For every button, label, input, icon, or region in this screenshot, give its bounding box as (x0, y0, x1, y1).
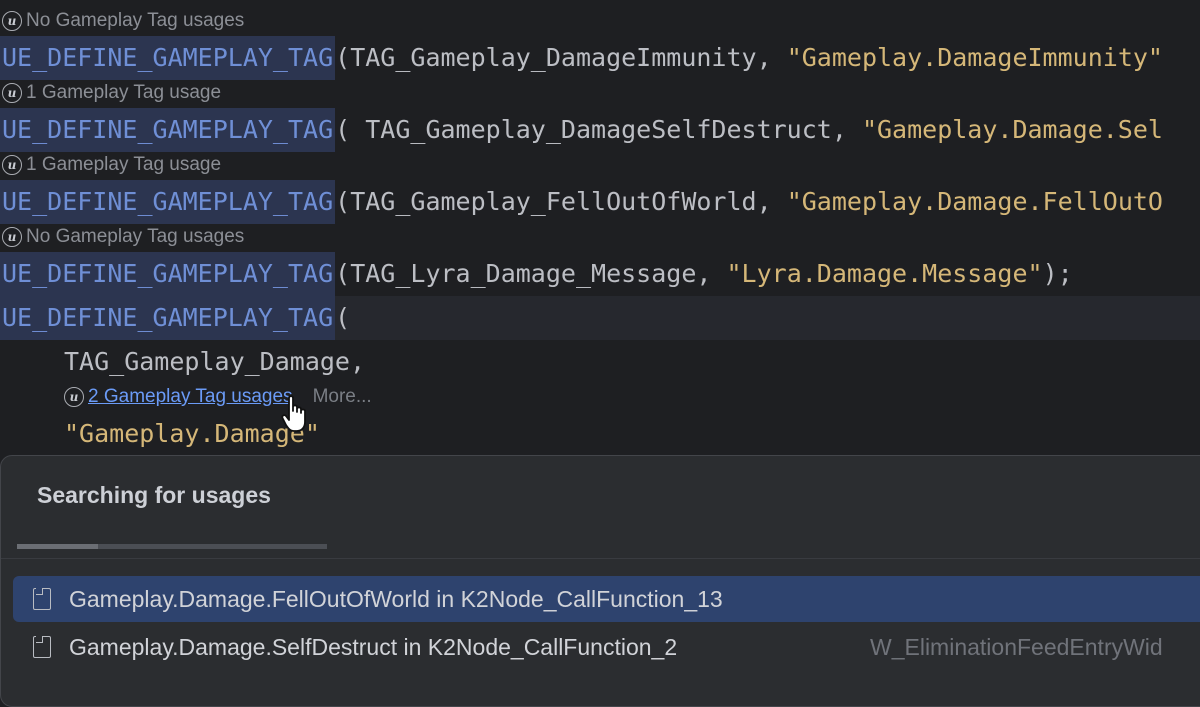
code-line[interactable]: UE_DEFINE_GAMEPLAY_TAG(TAG_Lyra_Damage_M… (0, 252, 1073, 296)
search-progress-fill (17, 544, 98, 549)
usage-result-item[interactable]: Gameplay.Damage.SelfDestruct in K2Node_C… (13, 624, 1200, 670)
code-line[interactable]: UE_DEFINE_GAMEPLAY_TAG(TAG_Gameplay_Dama… (0, 36, 1163, 80)
usage-result-text: Gameplay.Damage.FellOutOfWorld in K2Node… (69, 585, 723, 612)
code-args: ( TAG_Gameplay_DamageSelfDestruct, (335, 115, 862, 144)
code-tail: ); (1042, 259, 1073, 288)
code-line[interactable]: UE_DEFINE_GAMEPLAY_TAG(TAG_Gameplay_Fell… (0, 180, 1163, 224)
usage-hint[interactable]: u 1 Gameplay Tag usage (2, 82, 221, 104)
usage-result-location: W_EliminationFeedEntryWid (870, 633, 1163, 660)
popup-title: Searching for usages (37, 482, 271, 508)
search-progress-bar (17, 544, 327, 549)
usage-hint-text: No Gameplay Tag usages (26, 226, 245, 247)
string-literal: "Gameplay.Damage.Sel (861, 115, 1163, 144)
usage-hint[interactable]: u No Gameplay Tag usages (2, 10, 244, 32)
file-icon (33, 636, 51, 658)
file-icon (33, 588, 51, 610)
usage-hint-text: 1 Gameplay Tag usage (26, 154, 222, 175)
hand-pointer-icon (281, 395, 306, 432)
find-usages-popup[interactable]: Searching for usages Gameplay.Damage.Fel… (0, 455, 1200, 707)
string-literal: "Lyra.Damage.Message" (726, 259, 1043, 288)
string-literal: "Gameplay.DamageImmunity" (786, 43, 1163, 72)
unreal-engine-icon: u (2, 11, 22, 31)
code-line-current[interactable]: UE_DEFINE_GAMEPLAY_TAG( (0, 296, 350, 340)
code-args: (TAG_Gameplay_FellOutOfWorld, (335, 187, 787, 216)
macro-token: UE_DEFINE_GAMEPLAY_TAG (0, 296, 336, 340)
code-args: (TAG_Lyra_Damage_Message, (335, 259, 727, 288)
more-link[interactable]: More... (313, 386, 372, 408)
string-literal: "Gameplay.Damage.FellOutO (786, 187, 1163, 216)
usage-hint[interactable]: u No Gameplay Tag usages (2, 226, 244, 248)
code-line[interactable]: UE_DEFINE_GAMEPLAY_TAG( TAG_Gameplay_Dam… (0, 108, 1163, 152)
unreal-engine-icon: u (64, 387, 84, 407)
code-args: (TAG_Gameplay_DamageImmunity, (335, 43, 787, 72)
usage-hint-text: 1 Gameplay Tag usage (26, 82, 222, 103)
unreal-engine-icon: u (2, 155, 22, 175)
usage-result-text: Gameplay.Damage.SelfDestruct in K2Node_C… (69, 633, 678, 660)
unreal-engine-icon: u (2, 227, 22, 247)
usage-hint-text: No Gameplay Tag usages (26, 10, 245, 31)
divider (1, 558, 1200, 559)
usages-link[interactable]: 2 Gameplay Tag usages (88, 386, 293, 408)
code-line-param[interactable]: TAG_Gameplay_Damage, (64, 340, 365, 384)
macro-token: UE_DEFINE_GAMEPLAY_TAG (0, 180, 336, 224)
macro-token: UE_DEFINE_GAMEPLAY_TAG (0, 36, 336, 80)
usage-hint[interactable]: u 1 Gameplay Tag usage (2, 154, 221, 176)
macro-token: UE_DEFINE_GAMEPLAY_TAG (0, 252, 336, 296)
usage-result-item[interactable]: Gameplay.Damage.FellOutOfWorld in K2Node… (13, 576, 1200, 622)
macro-token: UE_DEFINE_GAMEPLAY_TAG (0, 108, 336, 152)
unreal-engine-icon: u (2, 83, 22, 103)
code-args: ( (335, 303, 351, 332)
usage-hint-inline[interactable]: u 2 Gameplay Tag usages More... (64, 386, 372, 408)
